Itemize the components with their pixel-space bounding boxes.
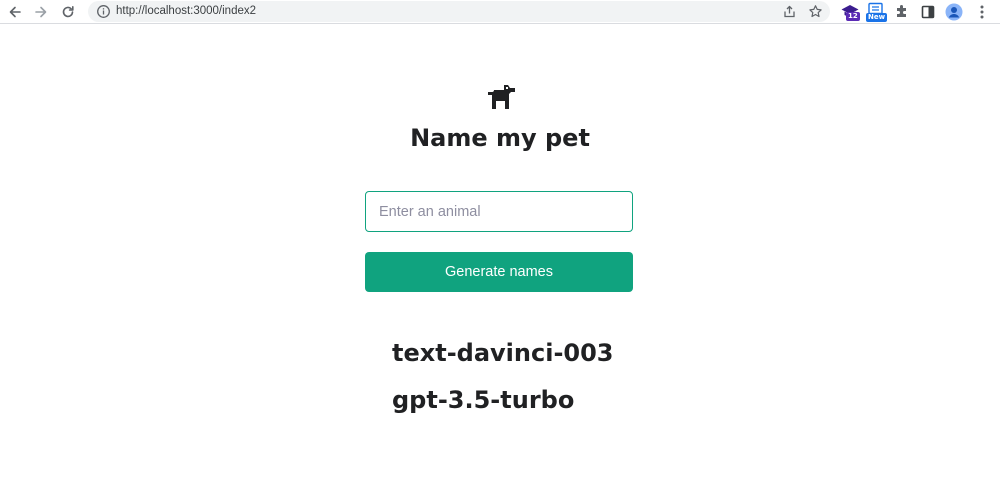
share-icon[interactable] — [782, 4, 797, 19]
url-text[interactable]: http://localhost:3000/index2 — [116, 4, 256, 19]
extension-badge-new: New — [866, 13, 888, 22]
side-panel-icon — [921, 5, 935, 19]
browser-menu-button[interactable] — [972, 2, 992, 22]
page-content: Name my pet Generate names text-davinci-… — [0, 25, 1000, 500]
model-result-item: gpt-3.5-turbo — [392, 386, 575, 414]
back-button[interactable] — [5, 2, 25, 22]
reload-button[interactable] — [58, 2, 78, 22]
extension-note[interactable]: New — [866, 2, 888, 22]
dog-icon — [488, 85, 515, 109]
generate-names-button[interactable]: Generate names — [365, 252, 633, 292]
profile-button[interactable] — [944, 2, 964, 22]
site-info-icon[interactable] — [96, 4, 111, 19]
extension-badge-count: 12 — [846, 12, 860, 21]
puzzle-piece-icon — [897, 5, 906, 17]
more-vertical-icon — [980, 5, 984, 19]
page-title: Name my pet — [410, 124, 590, 152]
reload-icon — [62, 6, 74, 18]
bookmark-star-icon[interactable] — [808, 4, 823, 19]
model-result-item: text-davinci-003 — [392, 339, 614, 367]
back-arrow-icon — [9, 6, 21, 18]
browser-toolbar: http://localhost:3000/index2 12 New — [0, 0, 1000, 24]
side-panel-button[interactable] — [918, 2, 938, 22]
extension-graduation-cap[interactable]: 12 — [840, 2, 860, 22]
animal-input[interactable] — [365, 191, 633, 232]
address-bar[interactable]: http://localhost:3000/index2 — [88, 1, 830, 22]
avatar-icon — [945, 3, 963, 21]
forward-button[interactable] — [31, 2, 51, 22]
forward-arrow-icon — [35, 6, 47, 18]
extensions-menu-button[interactable] — [892, 2, 912, 22]
